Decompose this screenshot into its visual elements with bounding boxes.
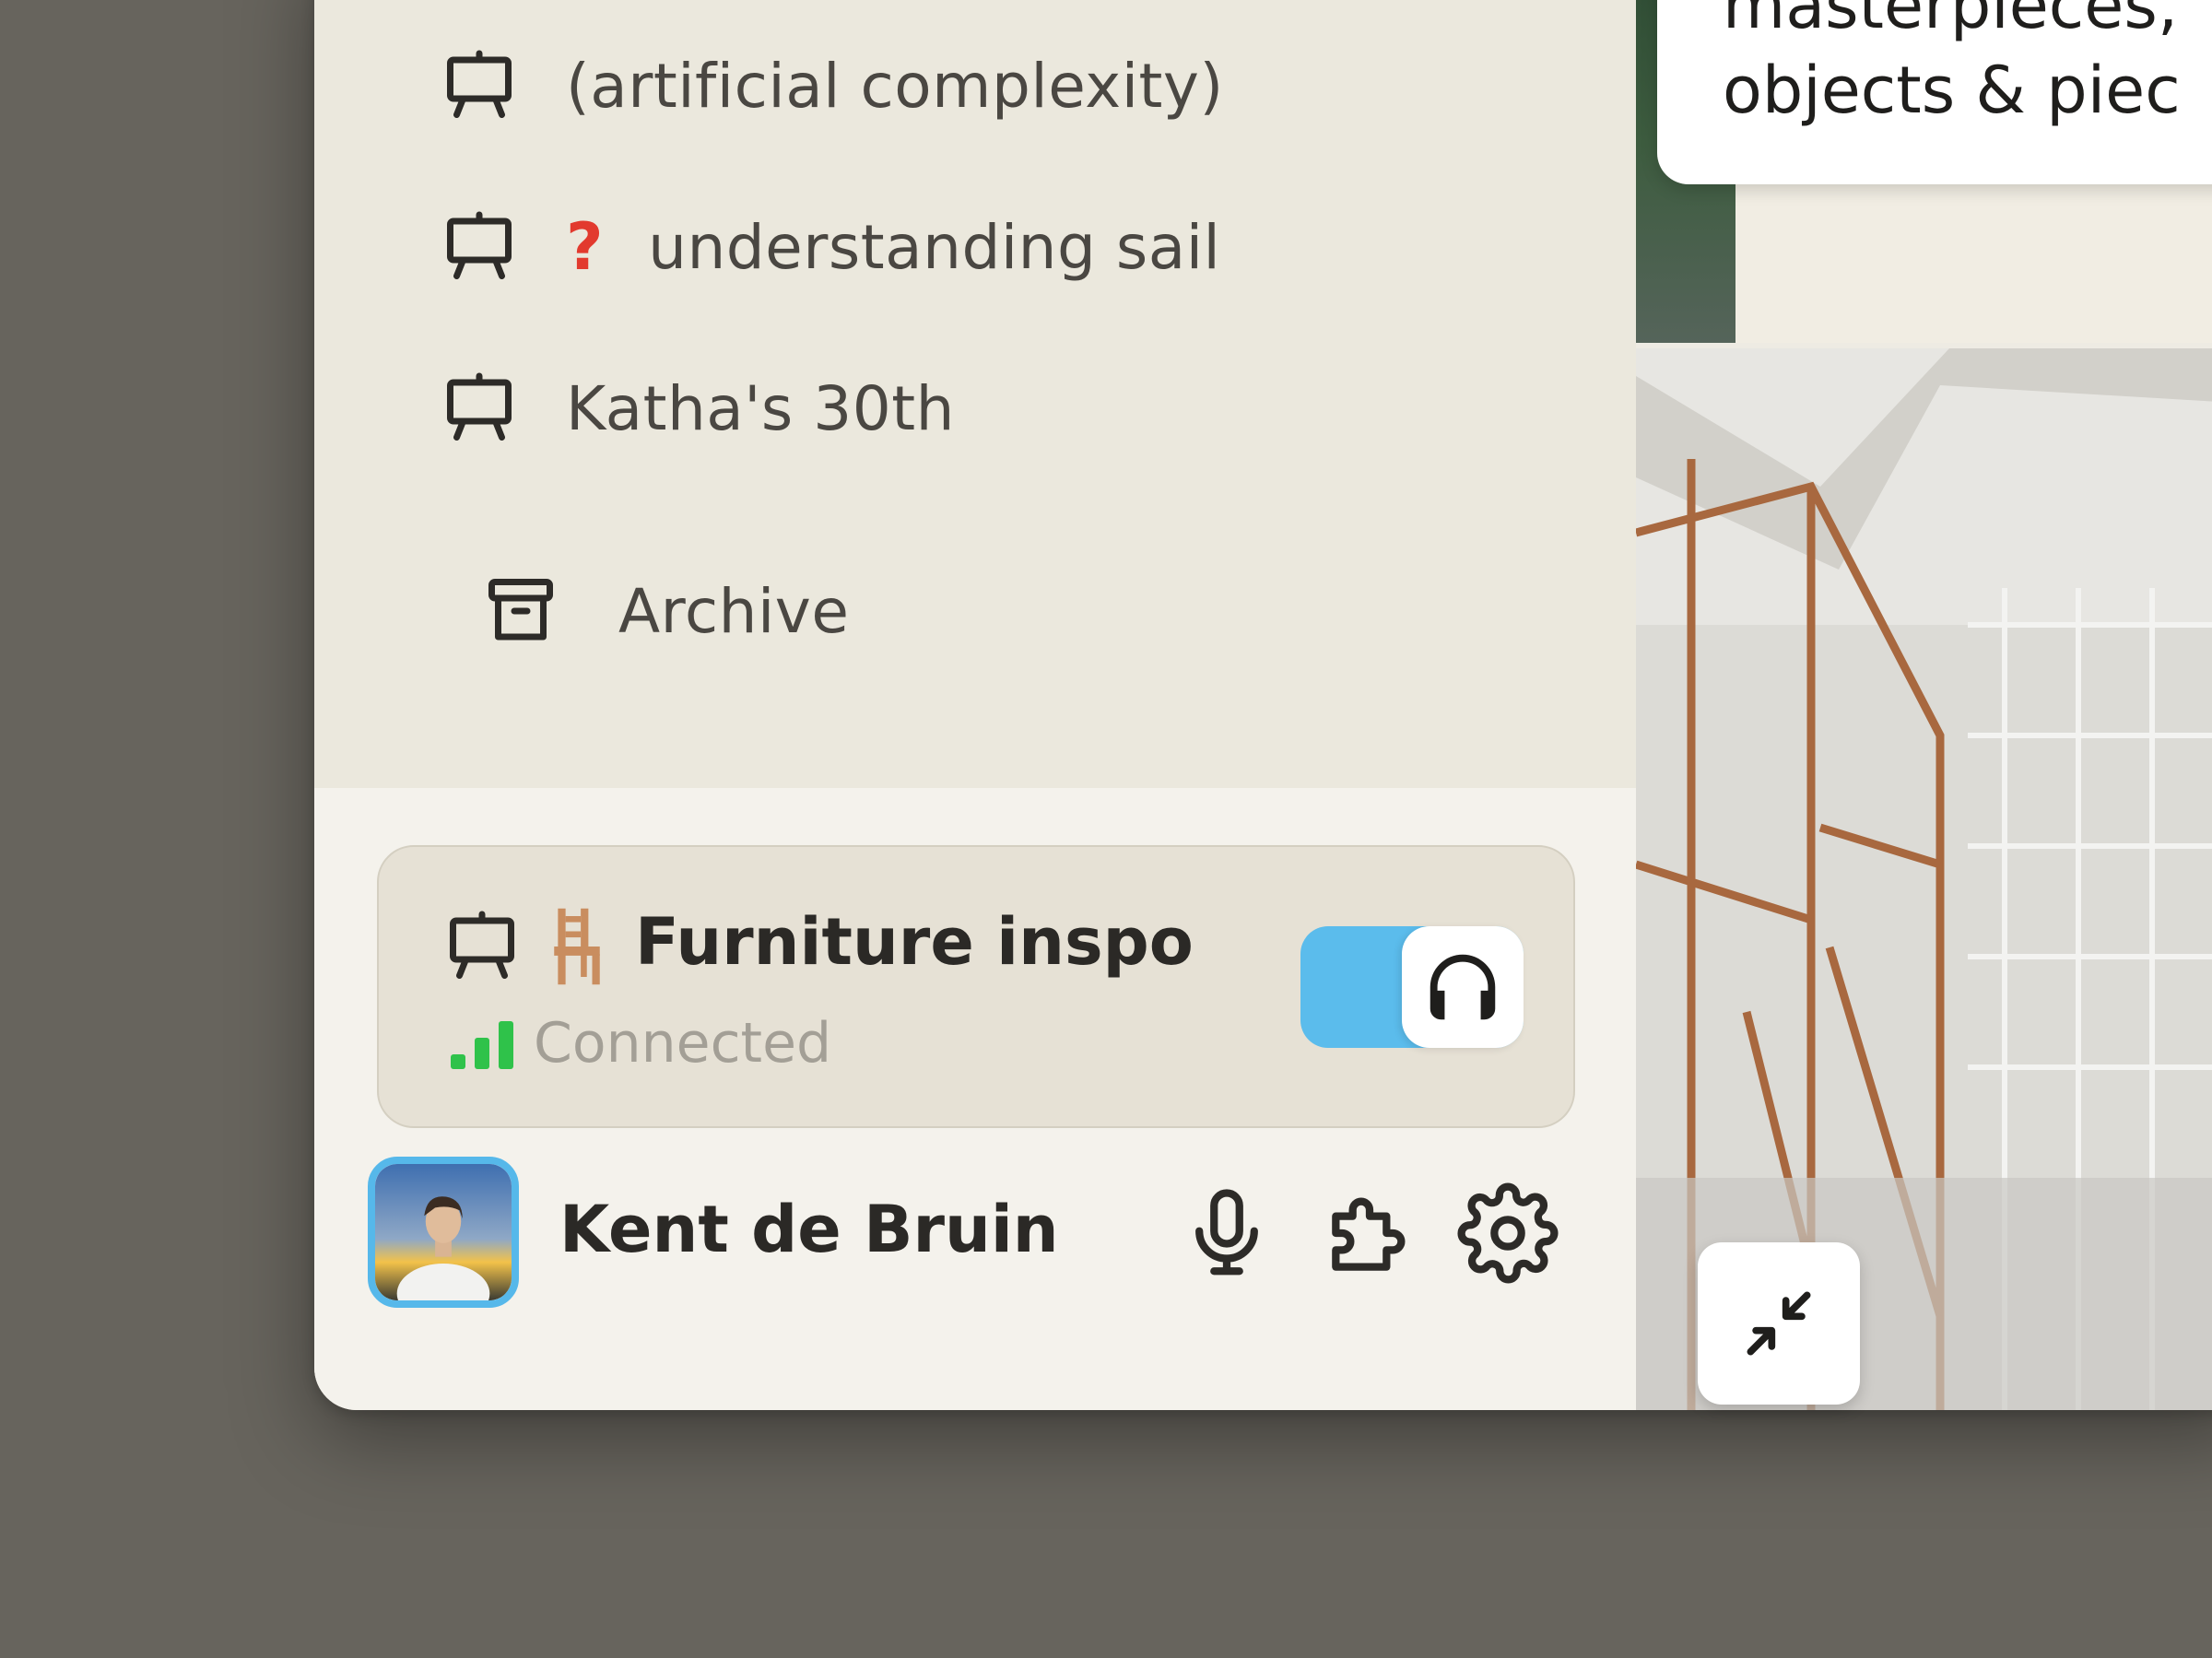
sidebar-item-label: understanding sail: [648, 211, 1221, 283]
microphone-icon[interactable]: [1176, 1182, 1277, 1284]
active-call-card[interactable]: Furniture inspo Connected: [377, 845, 1575, 1128]
sidebar-item-artificial-complexity[interactable]: (artificial complexity): [314, 26, 1636, 146]
archive-label: Archive: [618, 575, 850, 647]
sidebar-item-kathas-30th[interactable]: Katha's 30th: [314, 348, 1636, 468]
call-status: Connected: [534, 1011, 832, 1076]
sidebar-item-label: Katha's 30th: [566, 372, 955, 444]
board-list: … … … (artificial complexity) ? understa…: [314, 0, 1636, 788]
text-note-card[interactable]: masterpieces, objects & piec: [1657, 0, 2212, 184]
sidebar-item-archive[interactable]: Archive: [314, 551, 1636, 671]
headphones-icon: [1419, 944, 1506, 1030]
sidebar: … … … (artificial complexity) ? understa…: [314, 0, 1636, 1410]
archive-box-icon: [482, 572, 559, 650]
user-name: Kent de Bruin: [559, 1192, 1059, 1267]
note-line: objects & piec: [1723, 53, 2181, 128]
easel-icon: [443, 908, 521, 985]
board-canvas[interactable]: masterpieces, objects & piec: [1636, 0, 2212, 1410]
easel-icon: [441, 0, 518, 6]
question-mark-icon: ?: [566, 209, 605, 285]
user-row: Kent de Bruin: [314, 1157, 1636, 1308]
chair-icon: [547, 908, 607, 985]
app-window: … … … (artificial complexity) ? understa…: [314, 0, 2212, 1410]
sidebar-footer: Furniture inspo Connected Kent de Bruin: [314, 788, 1636, 1410]
sidebar-item-understanding-sail[interactable]: ? understanding sail: [314, 187, 1636, 307]
note-line: masterpieces,: [1723, 0, 2179, 43]
easel-icon: [441, 208, 518, 286]
puzzle-piece-icon[interactable]: [1319, 1182, 1420, 1284]
easel-icon: [441, 370, 518, 447]
easel-icon: [441, 47, 518, 124]
toggle-knob: [1402, 926, 1524, 1048]
sidebar-item-label: (artificial complexity): [566, 50, 1224, 122]
headphones-toggle[interactable]: [1300, 926, 1524, 1048]
collapse-button[interactable]: [1698, 1242, 1860, 1405]
sidebar-item-partial[interactable]: … … …: [314, 0, 1636, 28]
gear-icon[interactable]: [1457, 1182, 1559, 1284]
sidebar-item-label: … … …: [566, 0, 789, 4]
avatar[interactable]: [368, 1157, 519, 1308]
collapse-arrows-icon: [1736, 1281, 1821, 1366]
call-title: Furniture inspo: [635, 904, 1194, 980]
signal-strength-icon: [451, 1017, 517, 1069]
